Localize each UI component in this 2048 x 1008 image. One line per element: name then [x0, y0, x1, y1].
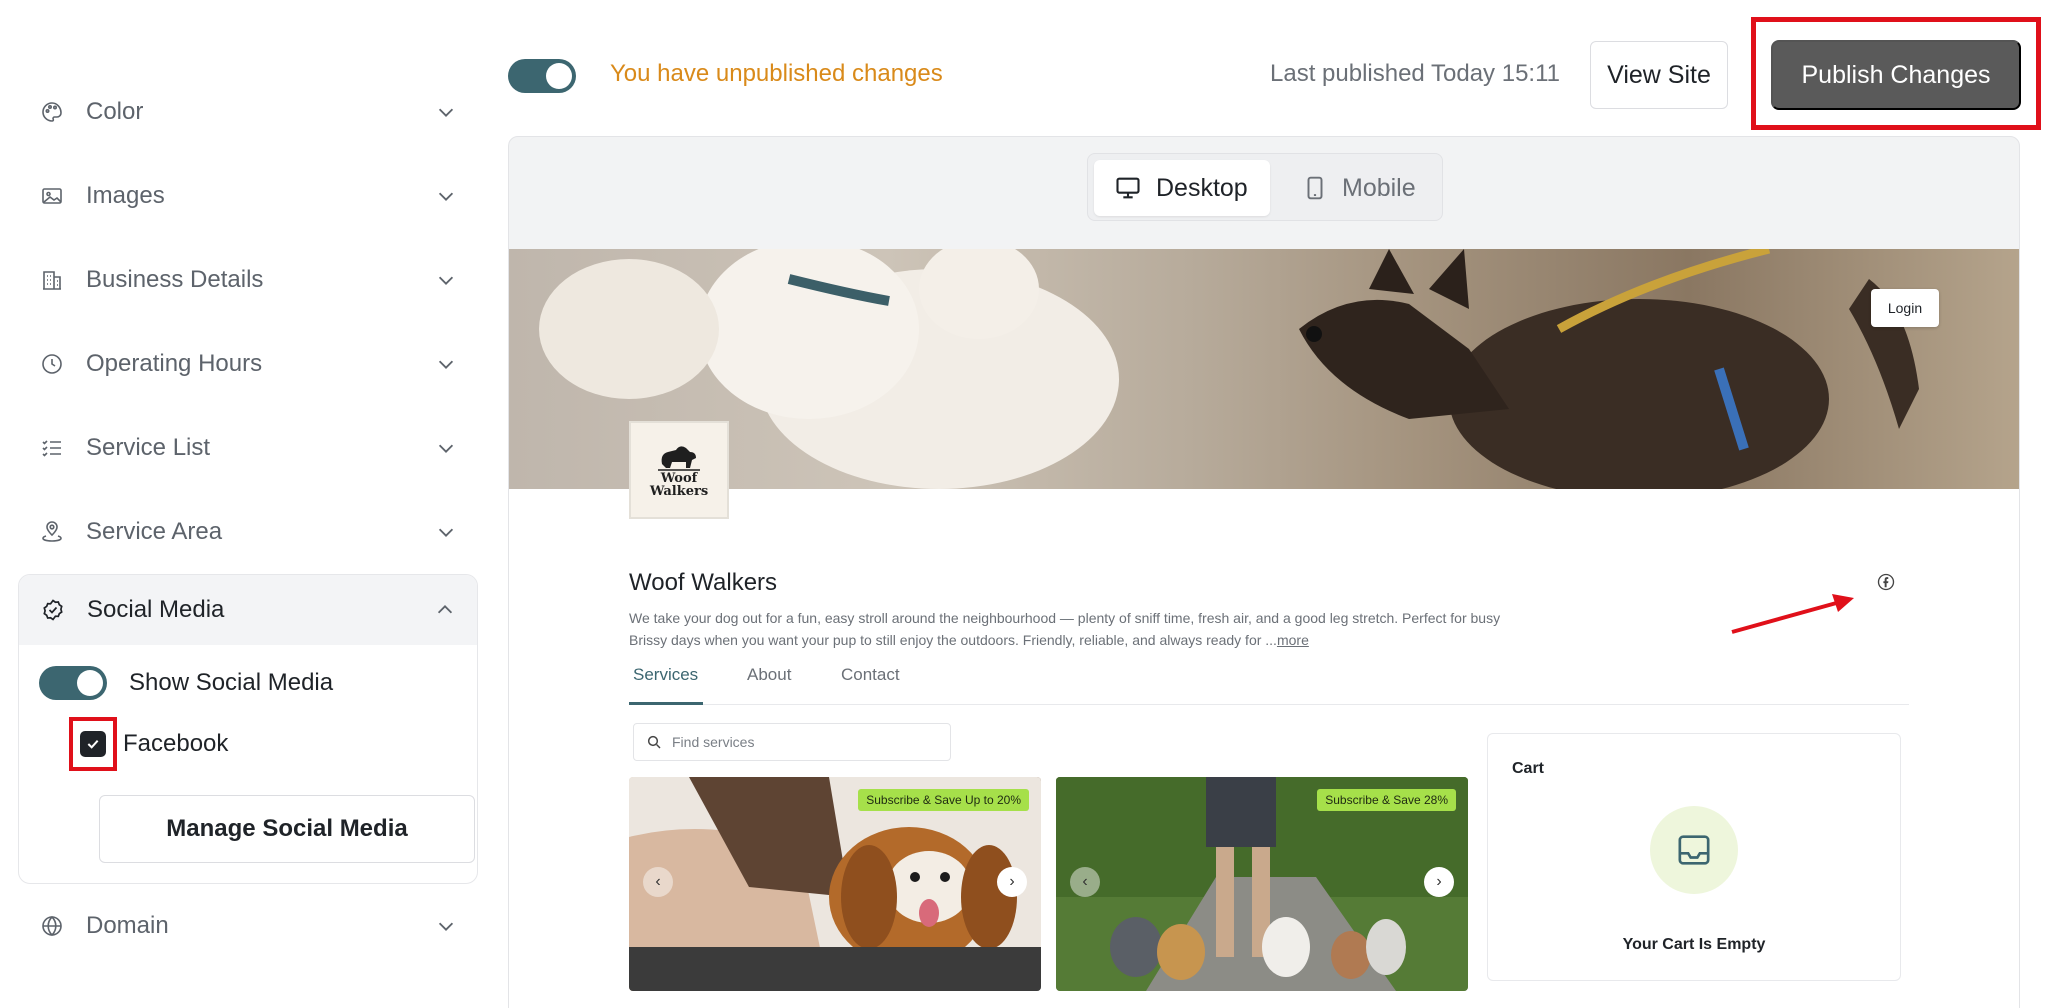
business-logo: Woof Walkers: [629, 421, 729, 519]
chevron-up-icon[interactable]: [431, 596, 459, 624]
accordion-service-area[interactable]: Service Area: [18, 490, 478, 574]
annotation-arrow-icon: [1731, 594, 1854, 634]
chevron-down-icon[interactable]: [432, 912, 460, 940]
dog-logo-icon: [658, 446, 700, 471]
chevron-down-icon[interactable]: [432, 518, 460, 546]
active-tab-indicator: [629, 702, 703, 705]
tab-about[interactable]: About: [747, 665, 791, 685]
accordion-color[interactable]: Color: [18, 70, 478, 154]
accordion-operating-hours[interactable]: Operating Hours: [18, 322, 478, 406]
chevron-down-icon[interactable]: [432, 266, 460, 294]
view-site-button[interactable]: View Site: [1590, 41, 1728, 109]
social-media-header[interactable]: Social Media: [19, 575, 477, 645]
palette-icon: [38, 98, 66, 126]
cart-empty-text: Your Cart Is Empty: [1622, 936, 1766, 953]
tab-services[interactable]: Services: [633, 665, 698, 685]
device-mobile-tab[interactable]: Mobile: [1284, 160, 1434, 216]
accordion-label: Color: [86, 98, 144, 125]
description-text: We take your dog out for a fun, easy str…: [629, 610, 1501, 648]
phone-icon: [1307, 176, 1323, 200]
chevron-down-icon[interactable]: [432, 98, 460, 126]
device-desktop-tab[interactable]: Desktop: [1094, 160, 1270, 216]
image-icon: [38, 182, 66, 210]
search-placeholder: Find services: [672, 734, 755, 750]
toggle-knob: [77, 670, 103, 696]
site-login-button[interactable]: Login: [1871, 289, 1939, 327]
facebook-label: Facebook: [123, 730, 229, 757]
device-switcher: Desktop Mobile: [1087, 153, 1443, 221]
badge-check-icon: [39, 596, 67, 624]
cart-panel: Cart Your Cart Is Empty: [1487, 733, 1901, 981]
accordion-business-details[interactable]: Business Details: [18, 238, 478, 322]
read-more-link[interactable]: more: [1277, 632, 1309, 648]
site-preview: Desktop Mobile Login Woof Walkers Woof W…: [508, 136, 2020, 1008]
empty-cart-illustration: [1650, 806, 1738, 894]
hero-banner-image: Login: [509, 249, 2019, 489]
subscribe-badge: Subscribe & Save 28%: [1317, 789, 1456, 811]
device-mobile-label: Mobile: [1342, 173, 1416, 202]
accordion-label: Images: [86, 182, 165, 209]
show-social-media-toggle[interactable]: [39, 666, 107, 700]
carousel-next-button[interactable]: ›: [997, 867, 1027, 897]
facebook-checkbox-highlight: [69, 717, 117, 771]
device-desktop-label: Desktop: [1156, 173, 1248, 202]
publish-changes-button[interactable]: Publish Changes: [1771, 40, 2021, 110]
carousel-prev-button[interactable]: ‹: [643, 867, 673, 897]
unpublished-changes-text: You have unpublished changes: [610, 60, 943, 87]
settings-sidebar: Color Images Business Details Operating …: [18, 70, 478, 968]
accordion-images[interactable]: Images: [18, 154, 478, 238]
accordion-label: Service Area: [86, 518, 223, 545]
service-card[interactable]: Subscribe & Save 28% ‹ ›: [1056, 777, 1468, 991]
accordion-label: Operating Hours: [86, 350, 263, 377]
checklist-icon: [38, 434, 66, 462]
carousel-prev-button[interactable]: ‹: [1070, 867, 1100, 897]
accordion-social-media: Social Media Show Social Media Facebook …: [18, 574, 478, 884]
clock-icon: [38, 350, 66, 378]
show-social-media-row: Show Social Media: [39, 663, 457, 703]
find-services-input[interactable]: Find services: [633, 723, 951, 761]
logo-text-line2: Walkers: [649, 484, 709, 499]
social-media-body: Show Social Media Facebook Manage Social…: [19, 645, 477, 883]
cart-title: Cart: [1512, 760, 1545, 777]
tab-contact[interactable]: Contact: [841, 665, 900, 685]
business-name: Woof Walkers: [629, 569, 778, 596]
inbox-icon: [1678, 835, 1710, 865]
facebook-row: Facebook: [39, 717, 457, 771]
monitor-icon: [1116, 177, 1140, 199]
facebook-icon[interactable]: [1877, 573, 1895, 591]
publish-mode-toggle[interactable]: [508, 59, 576, 93]
hero-dogs-illustration: [539, 249, 1919, 489]
search-icon: [647, 735, 661, 749]
service-card[interactable]: Subscribe & Save Up to 20% ‹ ›: [629, 777, 1041, 991]
accordion-label: Domain: [86, 912, 169, 939]
show-social-media-label: Show Social Media: [129, 669, 334, 696]
chevron-down-icon[interactable]: [432, 434, 460, 462]
building-icon: [38, 266, 66, 294]
accordion-service-list[interactable]: Service List: [18, 406, 478, 490]
business-description: We take your dog out for a fun, easy str…: [629, 607, 1519, 651]
chevron-down-icon[interactable]: [432, 350, 460, 378]
accordion-label: Social Media: [87, 596, 225, 623]
carousel-next-button[interactable]: ›: [1424, 867, 1454, 897]
site-tabs: Services About Contact: [629, 661, 1909, 705]
accordion-domain[interactable]: Domain: [18, 884, 478, 968]
manage-social-media-button[interactable]: Manage Social Media: [99, 795, 475, 863]
subscribe-badge: Subscribe & Save Up to 20%: [858, 789, 1029, 811]
accordion-label: Business Details: [86, 266, 264, 293]
facebook-checkbox[interactable]: [80, 731, 106, 757]
toggle-knob: [546, 63, 572, 89]
map-pin-icon: [38, 518, 66, 546]
globe-icon: [38, 912, 66, 940]
last-published-text: Last published Today 15:11: [1270, 60, 1561, 87]
chevron-down-icon[interactable]: [432, 182, 460, 210]
accordion-label: Service List: [86, 434, 211, 461]
